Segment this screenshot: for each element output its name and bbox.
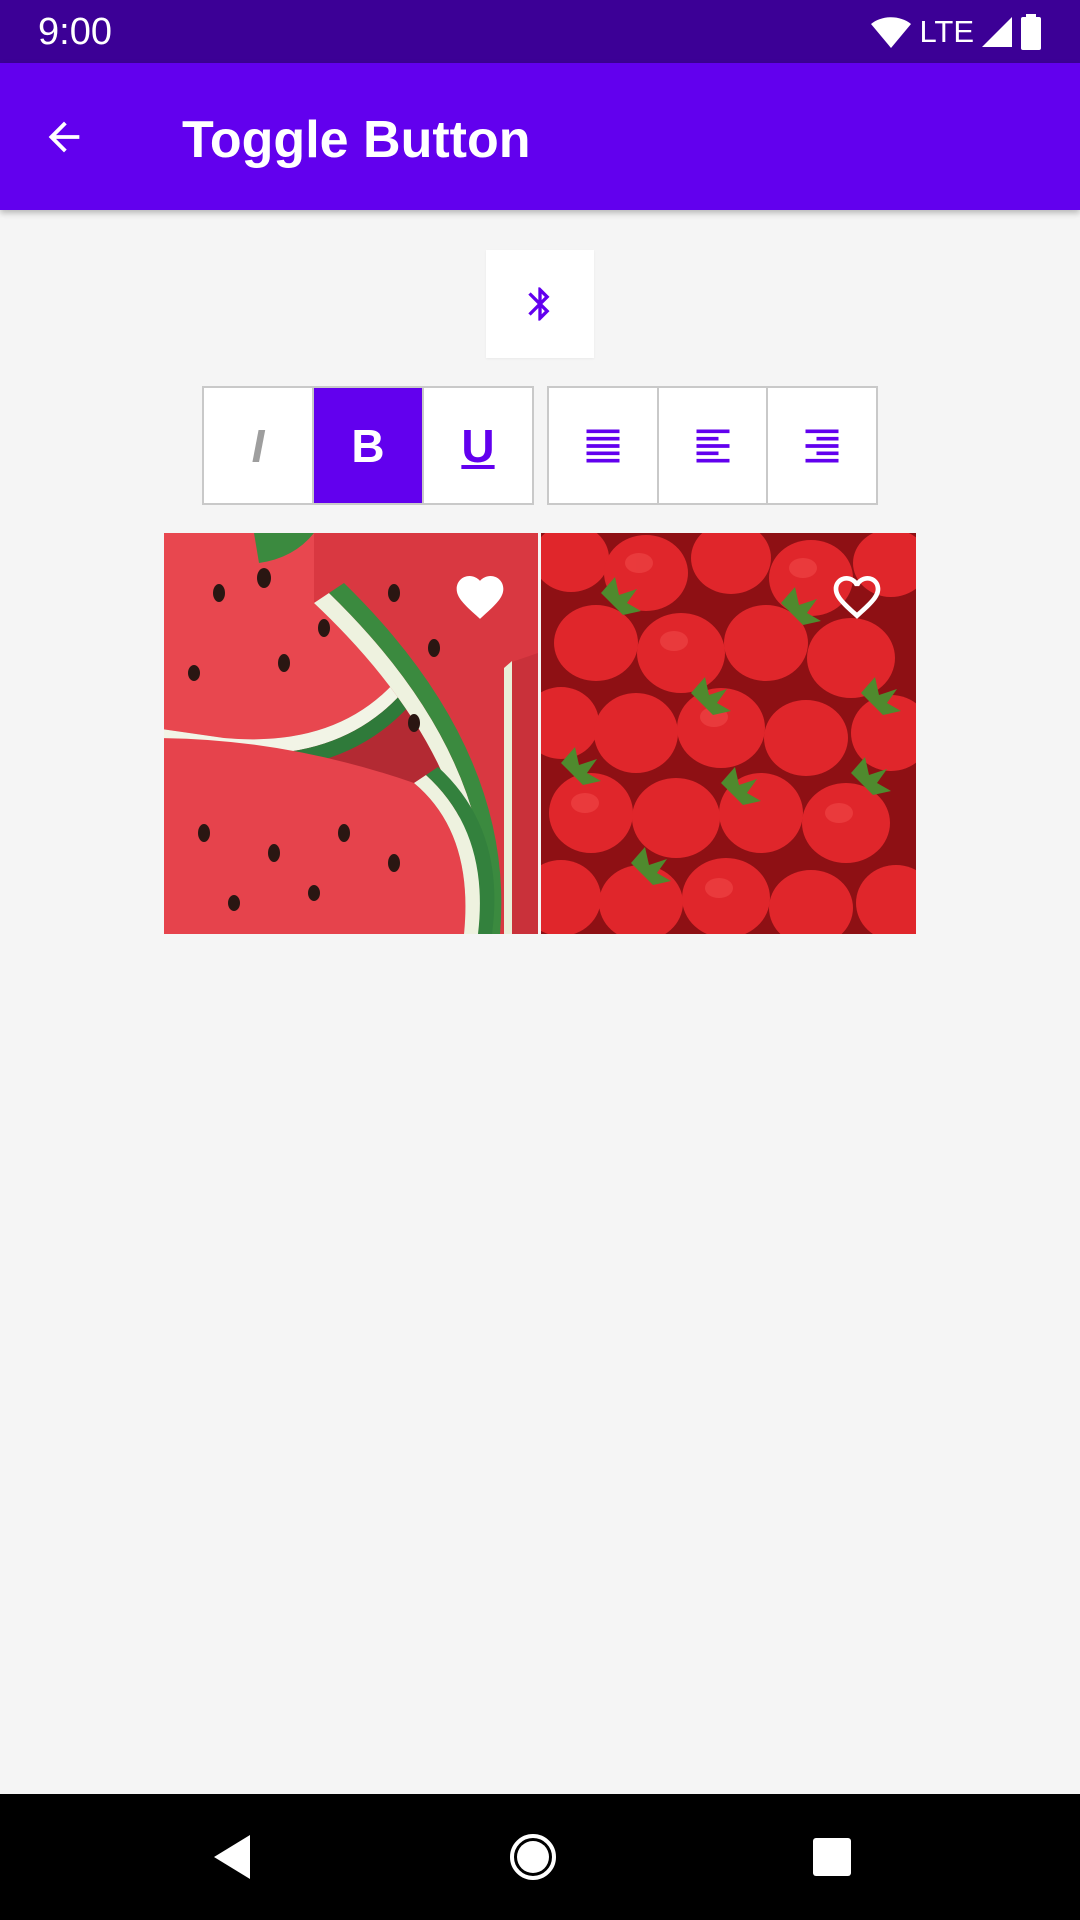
page-title: Toggle Button [182, 111, 531, 169]
nav-back-icon [214, 1835, 250, 1879]
justify-toggle-button[interactable] [549, 388, 659, 503]
bold-label: B [351, 419, 385, 472]
underline-toggle-button[interactable]: U [424, 388, 532, 503]
battery-icon [1021, 14, 1041, 50]
heart-outline-icon[interactable] [827, 569, 887, 625]
status-bar: 9:00 LTE [0, 0, 1080, 63]
nav-back-button[interactable] [184, 1814, 280, 1900]
network-type-label: LTE [919, 14, 974, 49]
text-format-toggle-group: I B U [202, 386, 534, 505]
navigation-bar [0, 1794, 1080, 1920]
status-time: 9:00 [38, 11, 112, 53]
nav-overview-icon [813, 1838, 851, 1876]
italic-toggle-button[interactable]: I [204, 388, 314, 503]
format-align-left-icon [696, 429, 729, 462]
bluetooth-toggle-button[interactable] [486, 250, 594, 358]
format-justify-icon [586, 429, 620, 462]
status-icons: LTE [869, 10, 1042, 54]
nav-home-icon [510, 1834, 556, 1880]
italic-label: I [251, 419, 265, 472]
arrow-back-icon [48, 121, 80, 153]
nav-overview-button[interactable] [784, 1814, 880, 1900]
align-left-toggle-button[interactable] [658, 388, 769, 503]
align-right-toggle-button[interactable] [768, 388, 877, 503]
wifi-icon [871, 17, 912, 48]
watermelon-image-card[interactable] [164, 533, 538, 934]
bluetooth-icon [528, 287, 550, 321]
back-button[interactable] [28, 93, 100, 181]
nav-home-button[interactable] [485, 1814, 581, 1900]
strawberries-image-card[interactable] [541, 533, 916, 934]
signal-icon [982, 17, 1012, 47]
heart-filled-icon[interactable] [450, 569, 510, 625]
text-align-toggle-group [547, 386, 878, 505]
underline-label: U [461, 419, 495, 472]
app-bar: Toggle Button [0, 63, 1080, 210]
bold-toggle-button[interactable]: B [314, 388, 424, 503]
format-align-right-icon [805, 429, 839, 462]
